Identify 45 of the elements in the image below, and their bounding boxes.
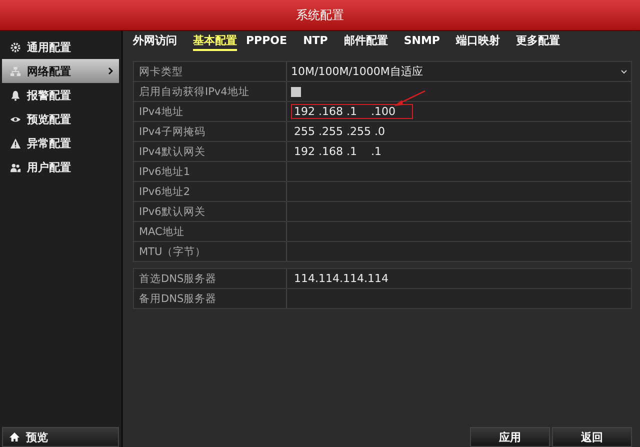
annotation-arrow [392, 90, 426, 108]
field-label: IPv6默认网关 [139, 204, 206, 218]
field-label: IPv6地址1 [139, 164, 190, 178]
tab[interactable]: 基本配置 [193, 33, 237, 51]
chevron-icon [108, 67, 113, 75]
field-label: 网卡类型 [139, 64, 183, 78]
action-button[interactable]: 应用 [470, 427, 550, 447]
tab[interactable]: PPPOE [246, 33, 294, 51]
sidebar-item[interactable]: 预览配置 [2, 107, 119, 131]
field-label: 首选DNS服务器 [139, 272, 217, 286]
preview-button[interactable]: 预览 [2, 427, 119, 447]
caret-icon [621, 70, 627, 74]
home-icon [9, 432, 20, 442]
tab[interactable]: 端口映射 [456, 33, 507, 51]
field-label: IPv6地址2 [139, 184, 190, 198]
input-field[interactable]: 192 .168 .1 .1 [291, 144, 384, 159]
window-title: 系统配置 [296, 6, 344, 24]
field-label: 备用DNS服务器 [139, 292, 217, 306]
tab[interactable]: 外网访问 [133, 33, 184, 51]
field-label: 启用自动获得IPv4地址 [139, 84, 250, 98]
sidebar-item[interactable]: 通用配置 [2, 35, 119, 59]
input-field[interactable]: 255 .255 .255 .0 [291, 124, 388, 139]
field-label: MAC地址 [139, 224, 184, 238]
input-field[interactable]: 114.114.114.114 [291, 271, 392, 286]
checkbox[interactable] [291, 86, 301, 96]
gear-icon [10, 42, 21, 52]
field-label: MTU（字节） [139, 244, 206, 258]
tab[interactable]: 邮件配置 [344, 33, 395, 51]
network-icon [10, 66, 21, 76]
input-field[interactable]: 192 .168 .1 .100 [291, 104, 414, 119]
users-icon [10, 162, 21, 172]
bell-icon [10, 90, 21, 100]
sidebar-item[interactable]: 用户配置 [2, 155, 119, 179]
field-label: IPv4子网掩码 [139, 124, 206, 138]
field-label: IPv4地址 [139, 104, 184, 118]
tab[interactable]: 更多配置 [516, 33, 567, 51]
sidebar-item[interactable]: 异常配置 [2, 131, 119, 155]
field-label: IPv4默认网关 [139, 144, 206, 158]
dropdown[interactable]: 10M/100M/1000M自适应 [287, 62, 631, 81]
warning-icon [10, 138, 21, 148]
sidebar-item[interactable]: 报警配置 [2, 83, 119, 107]
tab[interactable]: SNMP [404, 33, 447, 51]
sidebar-item[interactable]: 网络配置 [2, 59, 119, 83]
tab[interactable]: NTP [303, 33, 335, 51]
action-button[interactable]: 返回 [552, 427, 632, 447]
